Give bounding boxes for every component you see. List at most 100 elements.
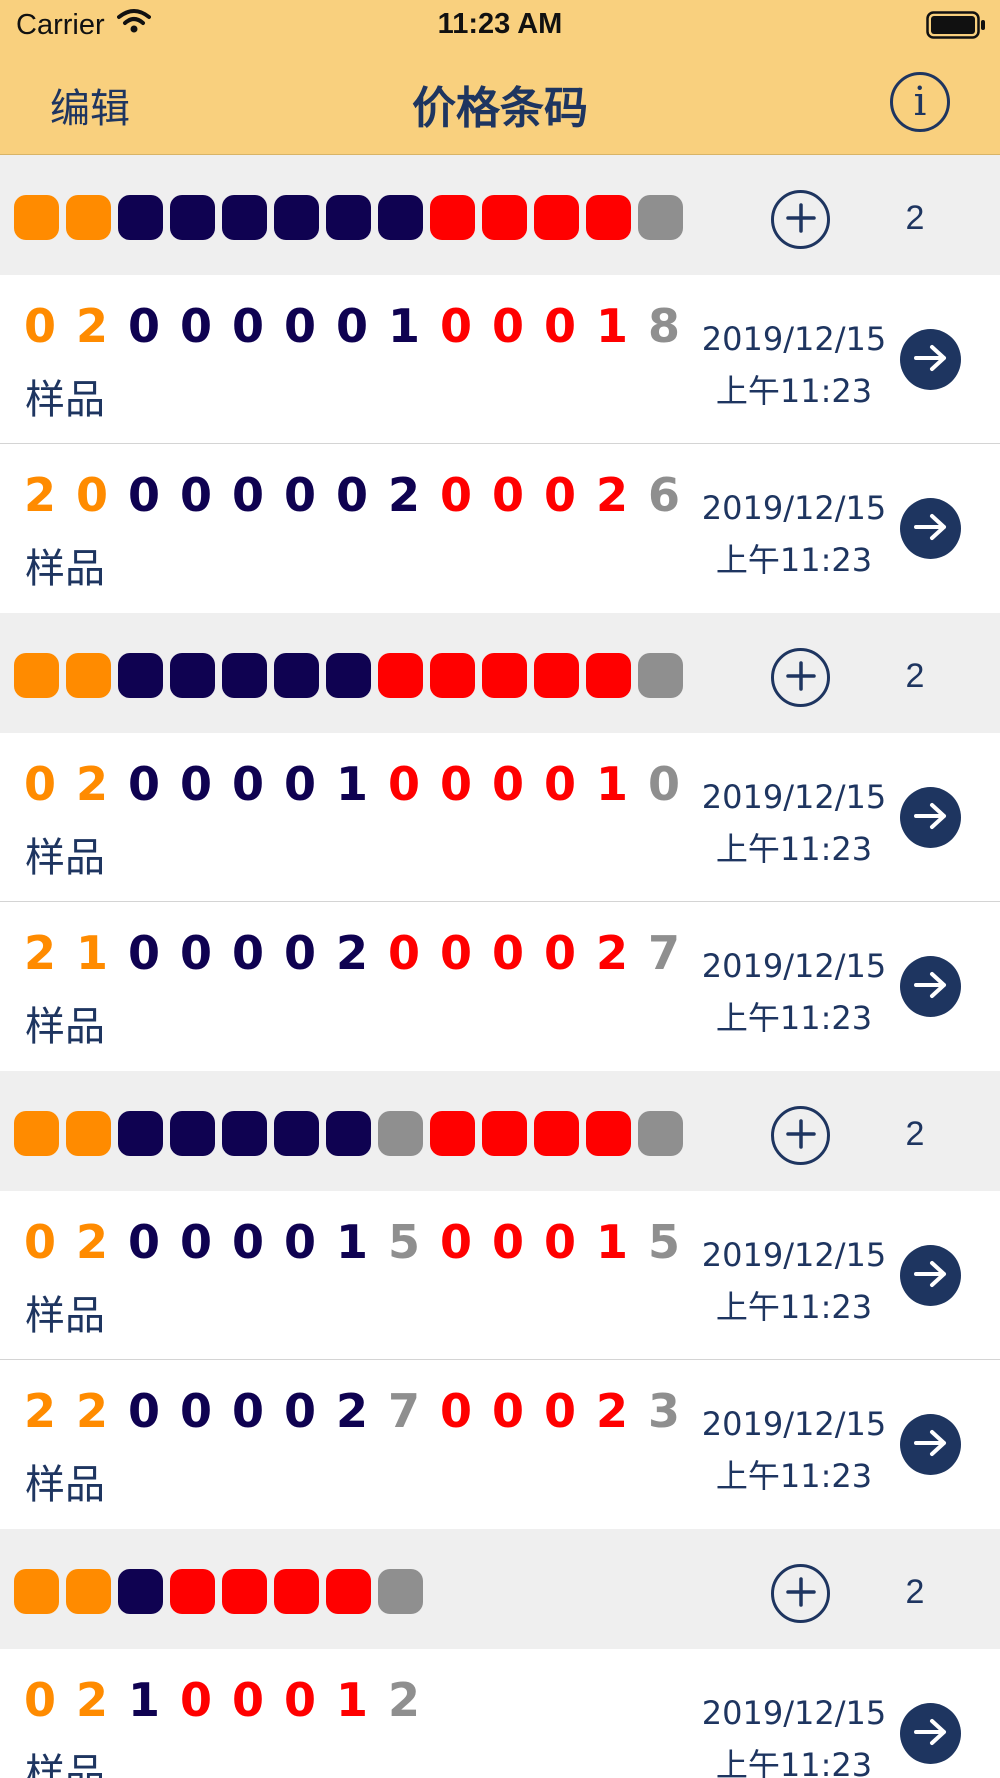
barcode-digit: 0 <box>543 1215 576 1269</box>
pattern-square <box>378 1111 423 1156</box>
open-item-button[interactable] <box>900 1703 961 1764</box>
barcode-digit: 0 <box>231 1215 264 1269</box>
pattern-square <box>274 195 319 240</box>
add-button[interactable] <box>771 1106 830 1165</box>
add-button[interactable] <box>771 190 830 249</box>
barcode-digit: 0 <box>23 1215 56 1269</box>
list-item[interactable]: 0 2 1 0 0 0 1 2 样品 2019/12/15 上午11:23 <box>0 1649 1000 1778</box>
barcode-digit: 1 <box>335 757 368 811</box>
page-title: 价格条码 <box>412 83 588 134</box>
section-header: 2 <box>0 1071 1000 1191</box>
barcode-digit: 2 <box>387 468 420 522</box>
barcode-digit: 0 <box>491 1215 524 1269</box>
barcode-digit: 0 <box>127 299 160 353</box>
barcode-digit: 2 <box>387 1673 420 1727</box>
barcode-digit: 0 <box>387 926 420 980</box>
barcode-digits: 0200000100018 <box>14 303 690 349</box>
barcode-digit: 1 <box>387 299 420 353</box>
open-item-button[interactable] <box>900 787 961 848</box>
pattern-square <box>274 1569 319 1614</box>
barcode-digit: 0 <box>491 926 524 980</box>
pattern-square <box>274 1111 319 1156</box>
barcode-digit: 0 <box>127 926 160 980</box>
info-button[interactable]: i <box>890 72 950 132</box>
barcode-digit: 0 <box>179 1215 212 1269</box>
open-item-button[interactable] <box>900 498 961 559</box>
arrow-right-icon <box>913 343 949 377</box>
barcode-digit: 0 <box>127 1384 160 1438</box>
add-button[interactable] <box>771 648 830 707</box>
barcode-digit: 0 <box>283 468 316 522</box>
pattern-square <box>170 195 215 240</box>
pattern-square <box>118 1569 163 1614</box>
barcode-digit: 2 <box>75 1215 108 1269</box>
barcode-digit: 0 <box>491 468 524 522</box>
open-item-button[interactable] <box>900 1414 961 1475</box>
list-item[interactable]: 0 2 0 0 0 0 0 1 0 0 0 1 8 样品 2019/12/15 上午11:23 <box>0 275 1000 444</box>
pattern-square <box>170 1569 215 1614</box>
barcode-pattern <box>14 653 690 698</box>
pattern-square <box>14 1569 59 1614</box>
barcode-digit: 0 <box>283 1384 316 1438</box>
list-item[interactable]: 2 1 0 0 0 0 2 0 0 0 0 2 7 样品 2019/12/15 上午11:23 <box>0 902 1000 1071</box>
barcode-digit: 2 <box>75 1673 108 1727</box>
pattern-square <box>118 1111 163 1156</box>
add-button[interactable] <box>771 1564 830 1623</box>
barcode-digit: 0 <box>127 1215 160 1269</box>
barcode-digit: 0 <box>283 299 316 353</box>
barcode-digit: 1 <box>127 1673 160 1727</box>
section-header: 2 <box>0 1529 1000 1649</box>
barcode-list[interactable]: 2 0 2 0 0 0 0 0 1 0 0 0 1 8 样品 2019/12/15 上午11:23 2 0 0 0 0 0 0… <box>0 155 1000 1778</box>
pattern-square <box>170 1111 215 1156</box>
barcode-digit: 0 <box>543 1384 576 1438</box>
item-time: 上午11:23 <box>715 1746 873 1778</box>
pattern-square <box>430 195 475 240</box>
barcode-digit: 1 <box>595 299 628 353</box>
info-icon: i <box>913 79 927 125</box>
item-name: 样品 <box>25 1293 105 1339</box>
pattern-square <box>482 195 527 240</box>
barcode-digit: 0 <box>491 299 524 353</box>
barcode-pattern <box>14 195 690 240</box>
barcode-digit: 5 <box>387 1215 420 1269</box>
barcode-digit: 0 <box>491 1384 524 1438</box>
list-item[interactable]: 2 0 0 0 0 0 0 2 0 0 0 2 6 样品 2019/12/15 上午11:23 <box>0 444 1000 613</box>
item-date: 2019/12/15 <box>701 947 887 985</box>
item-name: 样品 <box>25 1462 105 1508</box>
barcode-digit: 0 <box>335 468 368 522</box>
item-name: 样品 <box>25 1004 105 1050</box>
item-timestamp: 2019/12/15 上午11:23 <box>700 771 888 875</box>
list-item[interactable]: 0 2 0 0 0 0 1 5 0 0 0 1 5 样品 2019/12/15 上午11:23 <box>0 1191 1000 1360</box>
barcode-digits: 0200001000010 <box>14 761 690 807</box>
pattern-square <box>222 653 267 698</box>
plus-icon <box>784 659 818 697</box>
barcode-digit: 0 <box>439 1215 472 1269</box>
open-item-button[interactable] <box>900 329 961 390</box>
pattern-square <box>66 1569 111 1614</box>
list-item[interactable]: 0 2 0 0 0 0 1 0 0 0 0 1 0 样品 2019/12/15 上午11:23 <box>0 733 1000 902</box>
barcode-digit: 2 <box>75 1384 108 1438</box>
pattern-square <box>638 653 683 698</box>
barcode-digit: 0 <box>647 757 680 811</box>
barcode-digit: 1 <box>75 926 108 980</box>
barcode-digit: 0 <box>439 468 472 522</box>
battery-icon <box>926 11 986 39</box>
barcode-digit: 0 <box>283 926 316 980</box>
status-time: 11:23 AM <box>437 8 563 40</box>
list-item[interactable]: 2 2 0 0 0 0 2 7 0 0 0 2 3 样品 2019/12/15 上午11:23 <box>0 1360 1000 1529</box>
open-item-button[interactable] <box>900 956 961 1017</box>
pattern-square <box>378 653 423 698</box>
pattern-square <box>222 195 267 240</box>
barcode-digit: 0 <box>543 757 576 811</box>
item-date: 2019/12/15 <box>701 320 887 358</box>
barcode-digit: 0 <box>231 757 264 811</box>
pattern-square <box>326 653 371 698</box>
open-item-button[interactable] <box>900 1245 961 1306</box>
plus-icon <box>784 201 818 239</box>
barcode-digit: 2 <box>335 926 368 980</box>
pattern-square <box>14 195 59 240</box>
item-time: 上午11:23 <box>715 541 873 579</box>
barcode-pattern <box>14 1111 690 1156</box>
barcode-digit: 0 <box>231 1384 264 1438</box>
pattern-square <box>170 653 215 698</box>
